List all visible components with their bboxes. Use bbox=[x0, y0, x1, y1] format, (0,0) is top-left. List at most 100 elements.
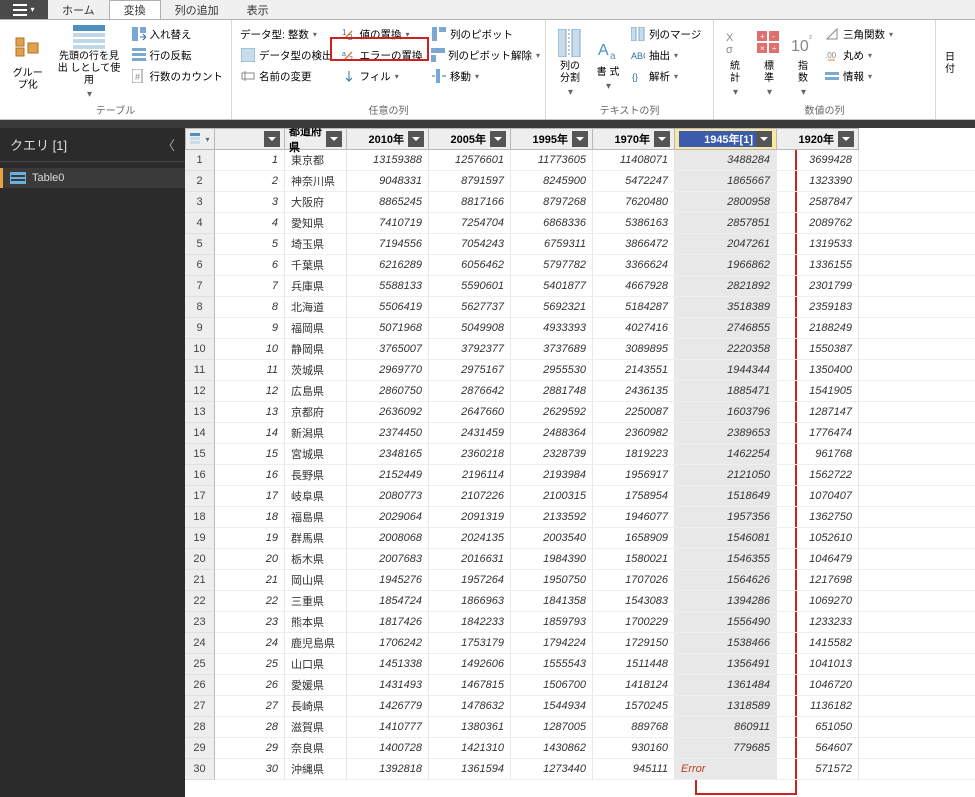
table-cell[interactable]: 2360982 bbox=[593, 423, 675, 443]
column-filter-button[interactable] bbox=[838, 131, 854, 147]
table-cell[interactable]: 2876642 bbox=[429, 381, 511, 401]
table-cell[interactable]: 8865245 bbox=[347, 192, 429, 212]
table-cell[interactable]: 7 bbox=[215, 276, 285, 296]
table-cell[interactable]: 2975167 bbox=[429, 360, 511, 380]
table-cell[interactable]: 長崎県 bbox=[285, 696, 347, 716]
rounding-button[interactable]: .00丸め▾ bbox=[822, 45, 895, 65]
table-row[interactable]: 11茨城県29697702975167295553021435511944344… bbox=[215, 360, 975, 381]
table-cell[interactable]: 2301799 bbox=[777, 276, 859, 296]
table-cell[interactable]: 1550387 bbox=[777, 339, 859, 359]
table-cell[interactable]: 27 bbox=[215, 696, 285, 716]
row-number[interactable]: 12 bbox=[185, 381, 215, 402]
table-cell[interactable]: 24 bbox=[215, 633, 285, 653]
table-cell[interactable]: 2080773 bbox=[347, 486, 429, 506]
row-number[interactable]: 11 bbox=[185, 360, 215, 381]
table-cell[interactable]: 4 bbox=[215, 213, 285, 233]
table-cell[interactable]: 2629592 bbox=[511, 402, 593, 422]
table-row[interactable]: 5埼玉県719455670542436759311386647220472611… bbox=[215, 234, 975, 255]
information-button[interactable]: 情報▾ bbox=[822, 66, 895, 86]
table-cell[interactable]: 3518389 bbox=[675, 297, 777, 317]
table-cell[interactable]: 26 bbox=[215, 675, 285, 695]
table-cell[interactable]: 11773605 bbox=[511, 150, 593, 170]
column-filter-button[interactable] bbox=[654, 131, 670, 147]
table-cell[interactable]: 1854724 bbox=[347, 591, 429, 611]
trigonometry-button[interactable]: 三角関数▾ bbox=[822, 24, 895, 44]
table-row[interactable]: 2神奈川県90483318791597824590054722471865667… bbox=[215, 171, 975, 192]
table-cell[interactable]: 千葉県 bbox=[285, 255, 347, 275]
row-number[interactable]: 14 bbox=[185, 423, 215, 444]
table-cell[interactable]: 2969770 bbox=[347, 360, 429, 380]
table-row[interactable]: 30沖縄県139281813615941273440945111Error571… bbox=[215, 759, 975, 780]
column-header[interactable]: 都道府県 bbox=[285, 128, 347, 150]
table-cell[interactable]: 栃木県 bbox=[285, 549, 347, 569]
table-row[interactable]: 28滋賀県14107771380361128700588976886091165… bbox=[215, 717, 975, 738]
column-header[interactable]: 1970年 bbox=[593, 128, 675, 150]
table-cell[interactable]: 兵庫県 bbox=[285, 276, 347, 296]
table-cell[interactable]: 1318589 bbox=[675, 696, 777, 716]
table-row[interactable]: 4愛知県741071972547046868336538616328578512… bbox=[215, 213, 975, 234]
table-cell[interactable]: 岡山県 bbox=[285, 570, 347, 590]
table-cell[interactable]: 1046720 bbox=[777, 675, 859, 695]
table-cell[interactable]: 21 bbox=[215, 570, 285, 590]
table-cell[interactable]: 12576601 bbox=[429, 150, 511, 170]
table-cell[interactable]: 1794224 bbox=[511, 633, 593, 653]
replace-values-button[interactable]: 12値の置換▾ bbox=[339, 24, 426, 44]
row-number[interactable]: 2 bbox=[185, 171, 215, 192]
table-cell[interactable]: 3792377 bbox=[429, 339, 511, 359]
table-cell[interactable]: 2107226 bbox=[429, 486, 511, 506]
row-number[interactable]: 30 bbox=[185, 759, 215, 780]
row-number[interactable]: 28 bbox=[185, 717, 215, 738]
table-cell[interactable]: 11 bbox=[215, 360, 285, 380]
table-cell[interactable]: 1555543 bbox=[511, 654, 593, 674]
table-cell[interactable]: 1462254 bbox=[675, 444, 777, 464]
table-row[interactable]: 3大阪府886524588171668797268762048028009582… bbox=[215, 192, 975, 213]
table-cell[interactable]: 2636092 bbox=[347, 402, 429, 422]
table-cell[interactable]: 群馬県 bbox=[285, 528, 347, 548]
table-cell[interactable]: 2374450 bbox=[347, 423, 429, 443]
row-number[interactable]: 16 bbox=[185, 465, 215, 486]
table-cell[interactable]: 5071968 bbox=[347, 318, 429, 338]
table-cell[interactable]: 2008068 bbox=[347, 528, 429, 548]
table-cell[interactable]: 沖縄県 bbox=[285, 759, 347, 779]
table-cell[interactable]: 1944344 bbox=[675, 360, 777, 380]
table-cell[interactable]: 宮城県 bbox=[285, 444, 347, 464]
table-row[interactable]: 19群馬県20080682024135200354016589091546081… bbox=[215, 528, 975, 549]
table-cell[interactable]: 3737689 bbox=[511, 339, 593, 359]
table-cell[interactable]: 5386163 bbox=[593, 213, 675, 233]
tab-home[interactable]: ホーム bbox=[48, 0, 109, 19]
table-cell[interactable]: 7410719 bbox=[347, 213, 429, 233]
table-cell[interactable]: 1136182 bbox=[777, 696, 859, 716]
table-cell[interactable]: 3089895 bbox=[593, 339, 675, 359]
table-cell[interactable]: 1451338 bbox=[347, 654, 429, 674]
table-cell[interactable]: 埼玉県 bbox=[285, 234, 347, 254]
table-cell[interactable]: 2587847 bbox=[777, 192, 859, 212]
table-cell[interactable]: Error bbox=[675, 759, 777, 779]
row-number[interactable]: 13 bbox=[185, 402, 215, 423]
column-filter-button[interactable] bbox=[572, 131, 588, 147]
table-cell[interactable]: 9 bbox=[215, 318, 285, 338]
row-number[interactable]: 3 bbox=[185, 192, 215, 213]
table-cell[interactable]: 2016631 bbox=[429, 549, 511, 569]
table-cell[interactable]: 860911 bbox=[675, 717, 777, 737]
transpose-button[interactable]: 入れ替え bbox=[129, 24, 226, 44]
table-cell[interactable]: 1707026 bbox=[593, 570, 675, 590]
table-cell[interactable]: 大阪府 bbox=[285, 192, 347, 212]
table-cell[interactable]: 1957264 bbox=[429, 570, 511, 590]
table-cell[interactable]: 19 bbox=[215, 528, 285, 548]
table-cell[interactable]: 7194556 bbox=[347, 234, 429, 254]
table-cell[interactable]: 1511448 bbox=[593, 654, 675, 674]
table-row[interactable]: 14新潟県23744502431459248836423609822389653… bbox=[215, 423, 975, 444]
table-cell[interactable]: 1546355 bbox=[675, 549, 777, 569]
table-cell[interactable]: 2143551 bbox=[593, 360, 675, 380]
column-header[interactable]: 2010年 bbox=[347, 128, 429, 150]
table-cell[interactable]: 5692321 bbox=[511, 297, 593, 317]
table-cell[interactable]: 1753179 bbox=[429, 633, 511, 653]
row-number[interactable]: 26 bbox=[185, 675, 215, 696]
statistics-button[interactable]: Χσ 統 計▾ bbox=[720, 24, 750, 102]
move-button[interactable]: 移動▾ bbox=[429, 66, 539, 86]
table-cell[interactable]: 1957356 bbox=[675, 507, 777, 527]
table-cell[interactable]: 12 bbox=[215, 381, 285, 401]
table-cell[interactable]: 3 bbox=[215, 192, 285, 212]
table-cell[interactable]: 2029064 bbox=[347, 507, 429, 527]
table-cell[interactable]: 2955530 bbox=[511, 360, 593, 380]
